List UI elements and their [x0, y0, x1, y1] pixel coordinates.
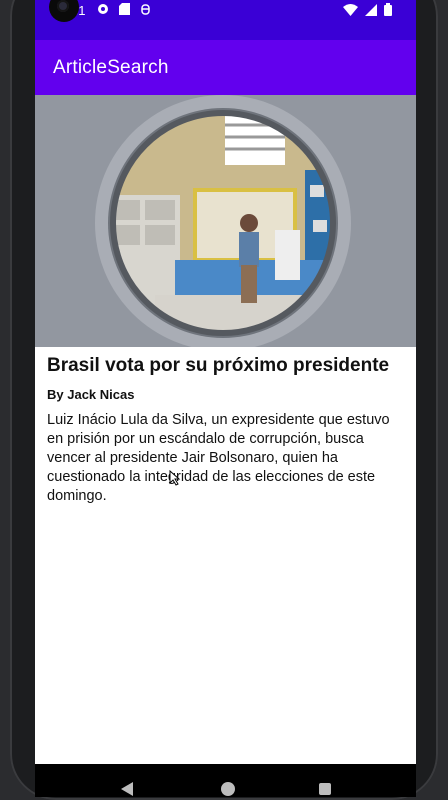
battery-icon	[384, 3, 392, 21]
article-byline: By Jack Nicas	[47, 387, 135, 402]
app-screen: 31 ArticleSearch	[35, 0, 416, 797]
recents-icon[interactable]	[319, 783, 331, 795]
back-icon[interactable]	[121, 782, 133, 796]
article-image[interactable]	[35, 95, 416, 347]
app-title: ArticleSearch	[53, 57, 169, 78]
status-system-icons	[343, 3, 392, 21]
sd-card-icon	[119, 3, 130, 18]
article-headline: Brasil vota por su próximo presidente	[47, 355, 390, 376]
status-bar: 31	[35, 0, 416, 40]
message-icon	[97, 3, 109, 18]
navigation-bar	[35, 764, 416, 797]
home-icon[interactable]	[221, 782, 235, 796]
debug-icon	[140, 3, 151, 18]
cursor-icon	[169, 469, 181, 491]
article-abstract: Luiz Inácio Lula da Silva, un expresiden…	[47, 412, 390, 504]
wifi-icon	[343, 3, 358, 21]
signal-icon	[365, 3, 377, 21]
status-notification-icons	[97, 3, 151, 18]
app-bar: ArticleSearch	[35, 40, 416, 95]
article-content[interactable]: Brasil vota por su próximo presidente By…	[47, 354, 402, 506]
